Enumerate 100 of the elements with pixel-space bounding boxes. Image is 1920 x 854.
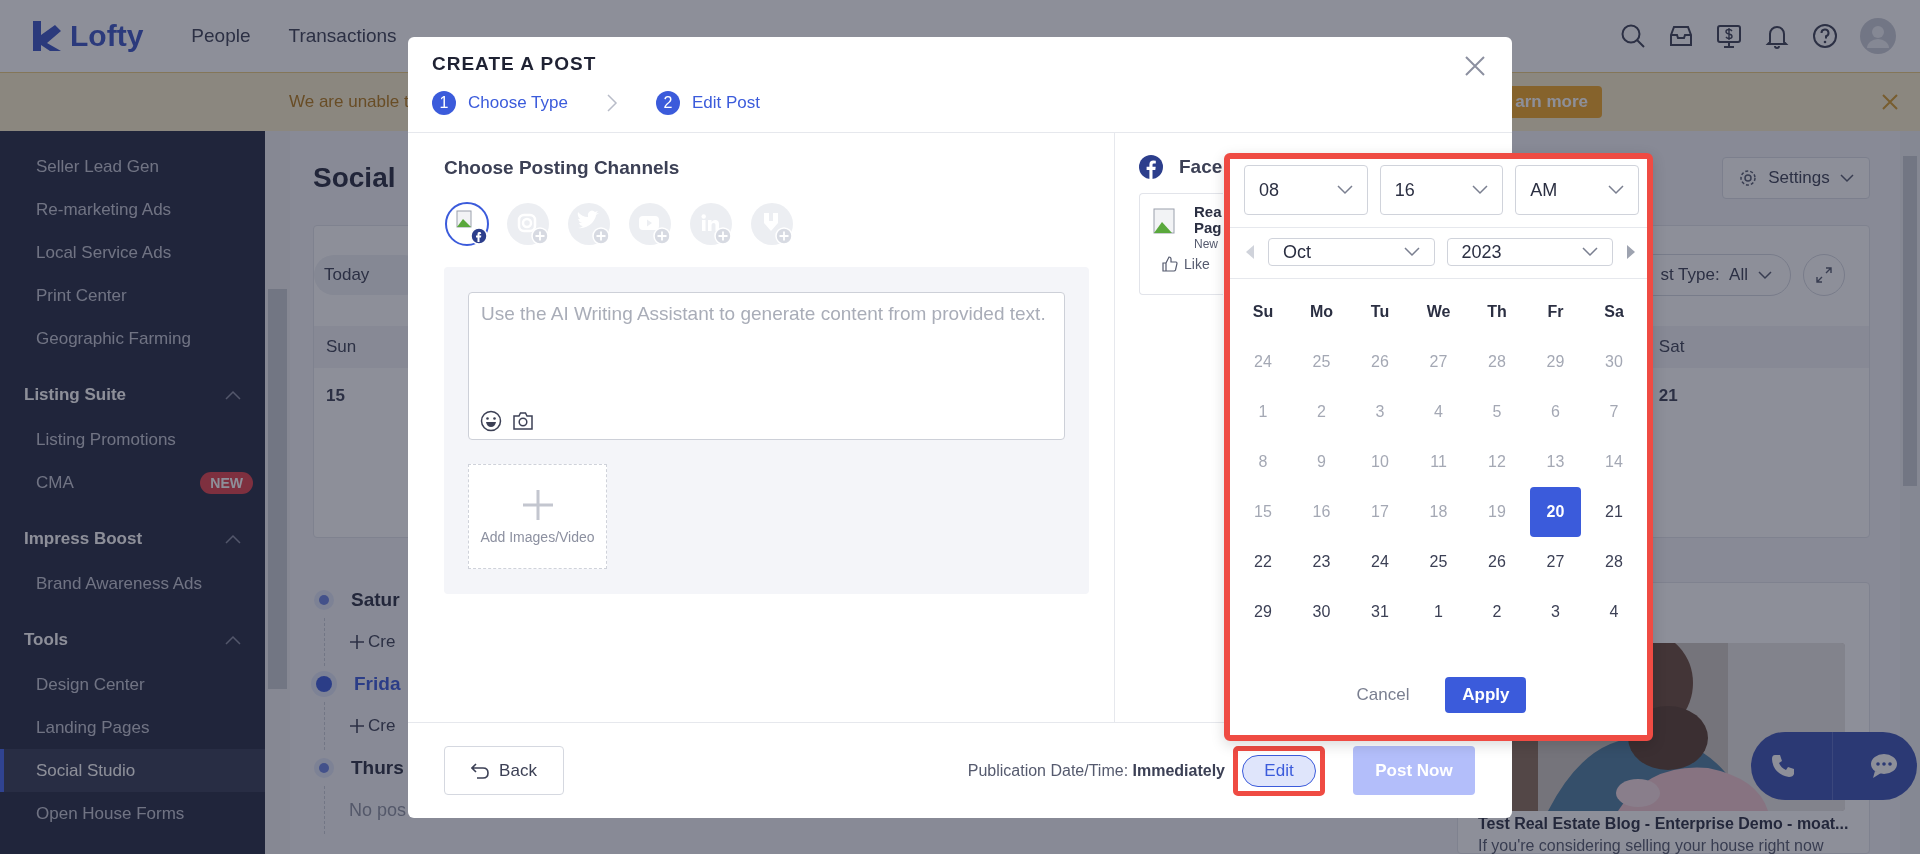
dollar-monitor-icon[interactable] <box>1716 23 1742 49</box>
chevron-down-icon <box>1403 247 1420 257</box>
sidebar-section-header[interactable]: Tools <box>0 617 265 663</box>
cancel-button[interactable]: Cancel <box>1350 677 1416 713</box>
add-media-button[interactable]: Add Images/Video <box>468 464 607 569</box>
nav-link[interactable]: People <box>191 25 251 47</box>
date-number: 21 <box>1658 386 1678 405</box>
calendar-day[interactable]: 22 <box>1237 537 1289 587</box>
post-text-field[interactable]: Use the AI Writing Assistant to generate content from provided text. <box>468 292 1065 440</box>
thumbs-up-icon <box>1162 256 1178 273</box>
close-icon[interactable] <box>1464 55 1486 77</box>
sidebar-item[interactable]: Landing Pages <box>0 706 265 749</box>
nav-link[interactable]: Transactions <box>288 25 397 47</box>
help-icon[interactable] <box>1812 23 1838 49</box>
timeline-day: Thurs <box>351 757 404 779</box>
page-name: Rea <box>1194 204 1222 220</box>
channel-button[interactable] <box>444 201 490 247</box>
camera-icon[interactable] <box>512 411 534 431</box>
publication-text: Publication Date/Time: Immediately <box>967 761 1225 780</box>
sidebar-item[interactable]: Seller Lead Gen <box>0 145 265 188</box>
banner-message: We are unable t <box>289 92 409 112</box>
chevron-up-icon[interactable] <box>225 390 241 400</box>
chevron-down-icon <box>1582 247 1598 257</box>
timeline-day: Frida <box>354 673 401 695</box>
sidebar-item[interactable]: Social Studio <box>0 749 265 792</box>
create-link[interactable]: Cre <box>368 716 396 736</box>
plus-icon <box>521 488 554 521</box>
page-title: Social <box>313 162 396 194</box>
calendar-day[interactable]: 2 <box>1471 587 1523 637</box>
back-button[interactable]: Back <box>444 746 564 795</box>
calendar-day[interactable]: 21 <box>1588 487 1640 537</box>
chevron-down-icon <box>1336 185 1353 195</box>
sidebar-item[interactable]: CMA NEW <box>0 461 265 504</box>
step-number: 2 <box>655 91 680 115</box>
gear-icon <box>1738 168 1759 188</box>
plus-icon[interactable] <box>349 634 365 650</box>
inbox-icon[interactable] <box>1668 23 1694 49</box>
calendar-day[interactable]: 31 <box>1354 587 1406 637</box>
weekday-header: Sun <box>326 337 357 357</box>
close-icon[interactable] <box>1880 92 1900 112</box>
section-heading: Choose Posting Channels <box>444 157 681 179</box>
calendar-day[interactable]: 3 <box>1530 587 1581 637</box>
sidebar-item[interactable]: Brand Awareness Ads <box>0 562 265 605</box>
calendar-day[interactable]: 20 <box>1530 487 1581 537</box>
weekday-header: Sat <box>1658 337 1685 357</box>
calendar-day[interactable]: 30 <box>1296 587 1347 637</box>
search-icon[interactable] <box>1620 23 1646 49</box>
apply-button[interactable]: Apply <box>1445 677 1527 713</box>
sidebar-section-header[interactable]: Impress Boost <box>0 516 265 562</box>
next-month-icon[interactable] <box>1625 244 1637 260</box>
chevron-up-icon[interactable] <box>225 534 241 544</box>
sidebar-item[interactable]: Listing Promotions <box>0 418 265 461</box>
chevron-down-icon <box>1839 173 1854 183</box>
sidebar-item[interactable]: Local Service Ads <box>0 231 265 274</box>
calendar-day[interactable]: 24 <box>1354 537 1406 587</box>
settings-button[interactable]: Settings <box>1722 157 1870 199</box>
facebook-icon <box>1139 155 1163 179</box>
calendar-day[interactable]: 29 <box>1237 587 1289 637</box>
new-badge: NEW <box>200 471 253 494</box>
calendar-day[interactable]: 4 <box>1588 587 1640 637</box>
weekday-label: Mo <box>1308 302 1335 322</box>
logo-icon <box>30 19 64 53</box>
chevron-down-icon <box>1758 270 1772 280</box>
month-select[interactable]: Oct <box>1268 238 1435 266</box>
post-meta: New <box>1194 237 1219 251</box>
weekday-label: Fr <box>1546 302 1565 322</box>
weekday-label: Su <box>1251 302 1275 322</box>
minute-select[interactable]: 16 <box>1379 165 1504 215</box>
weekday-label: Sa <box>1603 302 1625 322</box>
sidebar-item[interactable]: Geographic Farming <box>0 317 265 360</box>
like-label: Like <box>1184 256 1210 273</box>
sidebar-item[interactable]: Print Center <box>0 274 265 317</box>
chevron-icon <box>605 93 618 113</box>
emoji-icon[interactable] <box>480 410 502 432</box>
expand-button[interactable] <box>1803 254 1845 296</box>
step-number: 1 <box>432 91 456 115</box>
sidebar-section-header[interactable]: Listing Suite <box>0 372 265 418</box>
bell-icon[interactable] <box>1764 23 1790 49</box>
period-select[interactable]: AM <box>1515 165 1639 215</box>
chat-icon[interactable] <box>1869 752 1900 780</box>
chevron-down-icon <box>1608 185 1624 195</box>
create-link[interactable]: Cre <box>368 632 396 652</box>
page-name: Pag <box>1194 219 1222 236</box>
weekday-label: Tu <box>1369 302 1391 322</box>
edit-button[interactable]: Edit <box>1242 754 1316 787</box>
dialog-title: CREATE A POST <box>432 53 597 75</box>
hour-select[interactable]: 08 <box>1244 165 1368 215</box>
network-name: Face <box>1179 156 1223 178</box>
date-number: 15 <box>326 386 345 405</box>
sidebar-item[interactable]: Open House Forms <box>0 792 265 835</box>
year-select[interactable]: 2023 <box>1446 238 1613 266</box>
step-label[interactable]: Choose Type <box>468 93 568 113</box>
weekday-label: We <box>1425 302 1452 322</box>
chevron-up-icon[interactable] <box>225 635 241 645</box>
sidebar-item[interactable]: Design Center <box>0 663 265 706</box>
step-label[interactable]: Edit Post <box>691 93 760 113</box>
blog-excerpt: If you're considering selling your house right now <box>1478 837 1825 854</box>
plus-icon[interactable] <box>349 718 365 734</box>
calendar-day[interactable]: 23 <box>1296 537 1347 587</box>
sidebar-item[interactable]: Re-marketing Ads <box>0 188 265 231</box>
